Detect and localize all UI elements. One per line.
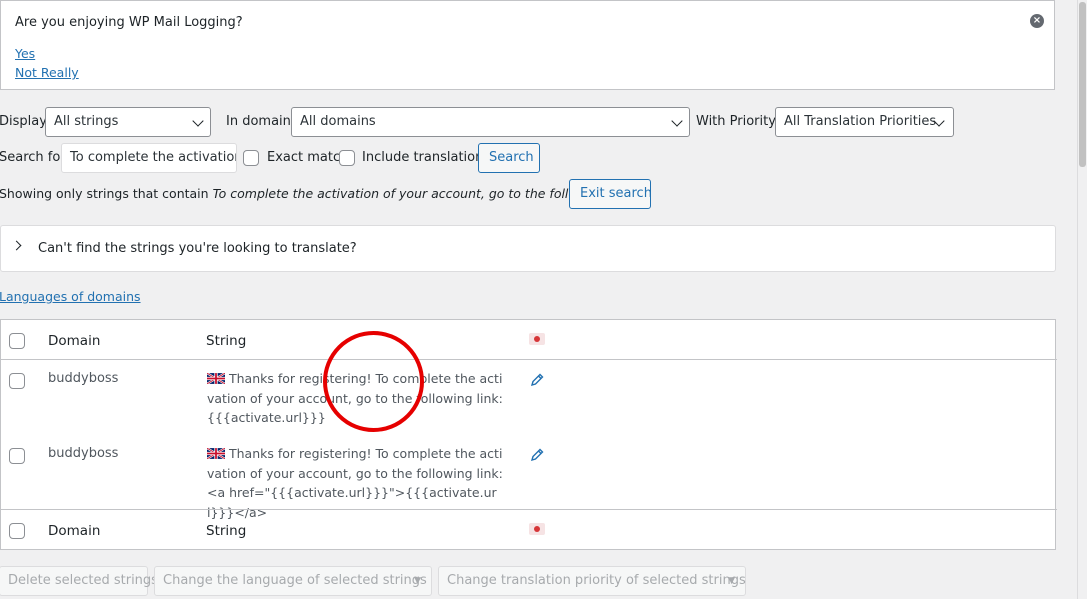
domain-column-footer[interactable]: Domain <box>48 523 100 539</box>
row-checkbox[interactable] <box>9 373 25 389</box>
display-select-value: All strings <box>54 114 119 129</box>
row-checkbox[interactable] <box>9 448 25 464</box>
change-language-label: Change the language of selected strings <box>163 573 427 588</box>
priority-label: With Priority: <box>696 114 780 129</box>
row-string: Thanks for registering! To complete the … <box>207 444 507 522</box>
languages-of-domains-link[interactable]: Languages of domains <box>0 289 141 304</box>
dropdown-arrow-icon: ▼ <box>728 576 735 586</box>
pencil-icon[interactable] <box>529 447 545 463</box>
domain-column-header[interactable]: Domain <box>48 333 100 349</box>
priority-select-value: All Translation Priorities <box>784 114 937 129</box>
change-language-select[interactable]: Change the language of selected strings … <box>154 566 432 596</box>
strings-table: Domain String buddyboss Thanks for regis… <box>0 319 1057 550</box>
priority-select[interactable]: All Translation Priorities <box>775 107 954 137</box>
search-input[interactable]: To complete the activation <box>61 143 237 173</box>
string-column-footer[interactable]: String <box>206 523 246 539</box>
notice-question: Are you enjoying WP Mail Logging? <box>15 15 243 30</box>
accordion-title: Can't find the strings you're looking to… <box>38 241 357 256</box>
domain-select[interactable]: All domains <box>291 107 690 137</box>
pencil-icon[interactable] <box>529 372 545 388</box>
notice-yes-link[interactable]: Yes <box>15 46 35 61</box>
select-all-checkbox[interactable] <box>9 333 25 349</box>
domain-select-value: All domains <box>300 114 376 129</box>
close-icon[interactable]: × <box>1030 14 1044 28</box>
search-button[interactable]: Search <box>478 143 540 173</box>
uk-flag-icon <box>207 373 225 384</box>
domain-label: In domain: <box>226 114 296 129</box>
chevron-down-icon <box>192 115 204 127</box>
exit-search-button[interactable]: Exit search <box>569 179 652 209</box>
display-select[interactable]: All strings <box>45 107 211 137</box>
notice-not-really-link[interactable]: Not Really <box>15 65 79 80</box>
change-priority-label: Change translation priority of selected … <box>447 573 746 588</box>
include-translations-checkbox[interactable] <box>339 150 355 166</box>
string-column-header[interactable]: String <box>206 333 246 349</box>
scrollbar-thumb[interactable] <box>1079 2 1086 167</box>
chevron-down-icon <box>671 115 683 127</box>
search-info-prefix: Showing only strings that contain <box>0 186 209 201</box>
dropdown-arrow-icon: ▼ <box>414 576 421 586</box>
language-flag-icon <box>529 333 545 345</box>
delete-selected-strings-button[interactable]: Delete selected strings <box>0 566 158 596</box>
select-all-checkbox-footer[interactable] <box>9 523 25 539</box>
exact-match-label: Exact match <box>267 150 349 165</box>
row-domain: buddyboss <box>48 371 119 386</box>
change-priority-select[interactable]: Change translation priority of selected … <box>438 566 746 596</box>
display-label: Display: <box>0 114 51 129</box>
uk-flag-icon <box>207 448 225 459</box>
annotation-circle <box>323 331 424 432</box>
search-info: Showing only strings that contain To com… <box>0 186 632 201</box>
missing-strings-accordion[interactable]: Can't find the strings you're looking to… <box>0 225 1056 272</box>
include-translations-label: Include translations <box>362 150 491 165</box>
language-flag-icon <box>529 523 545 535</box>
row-domain: buddyboss <box>48 446 119 461</box>
chevron-right-icon <box>11 240 22 251</box>
search-label: Search for: <box>0 150 70 165</box>
exact-match-checkbox[interactable] <box>243 150 259 166</box>
rating-notice: Are you enjoying WP Mail Logging? Yes No… <box>0 0 1055 90</box>
